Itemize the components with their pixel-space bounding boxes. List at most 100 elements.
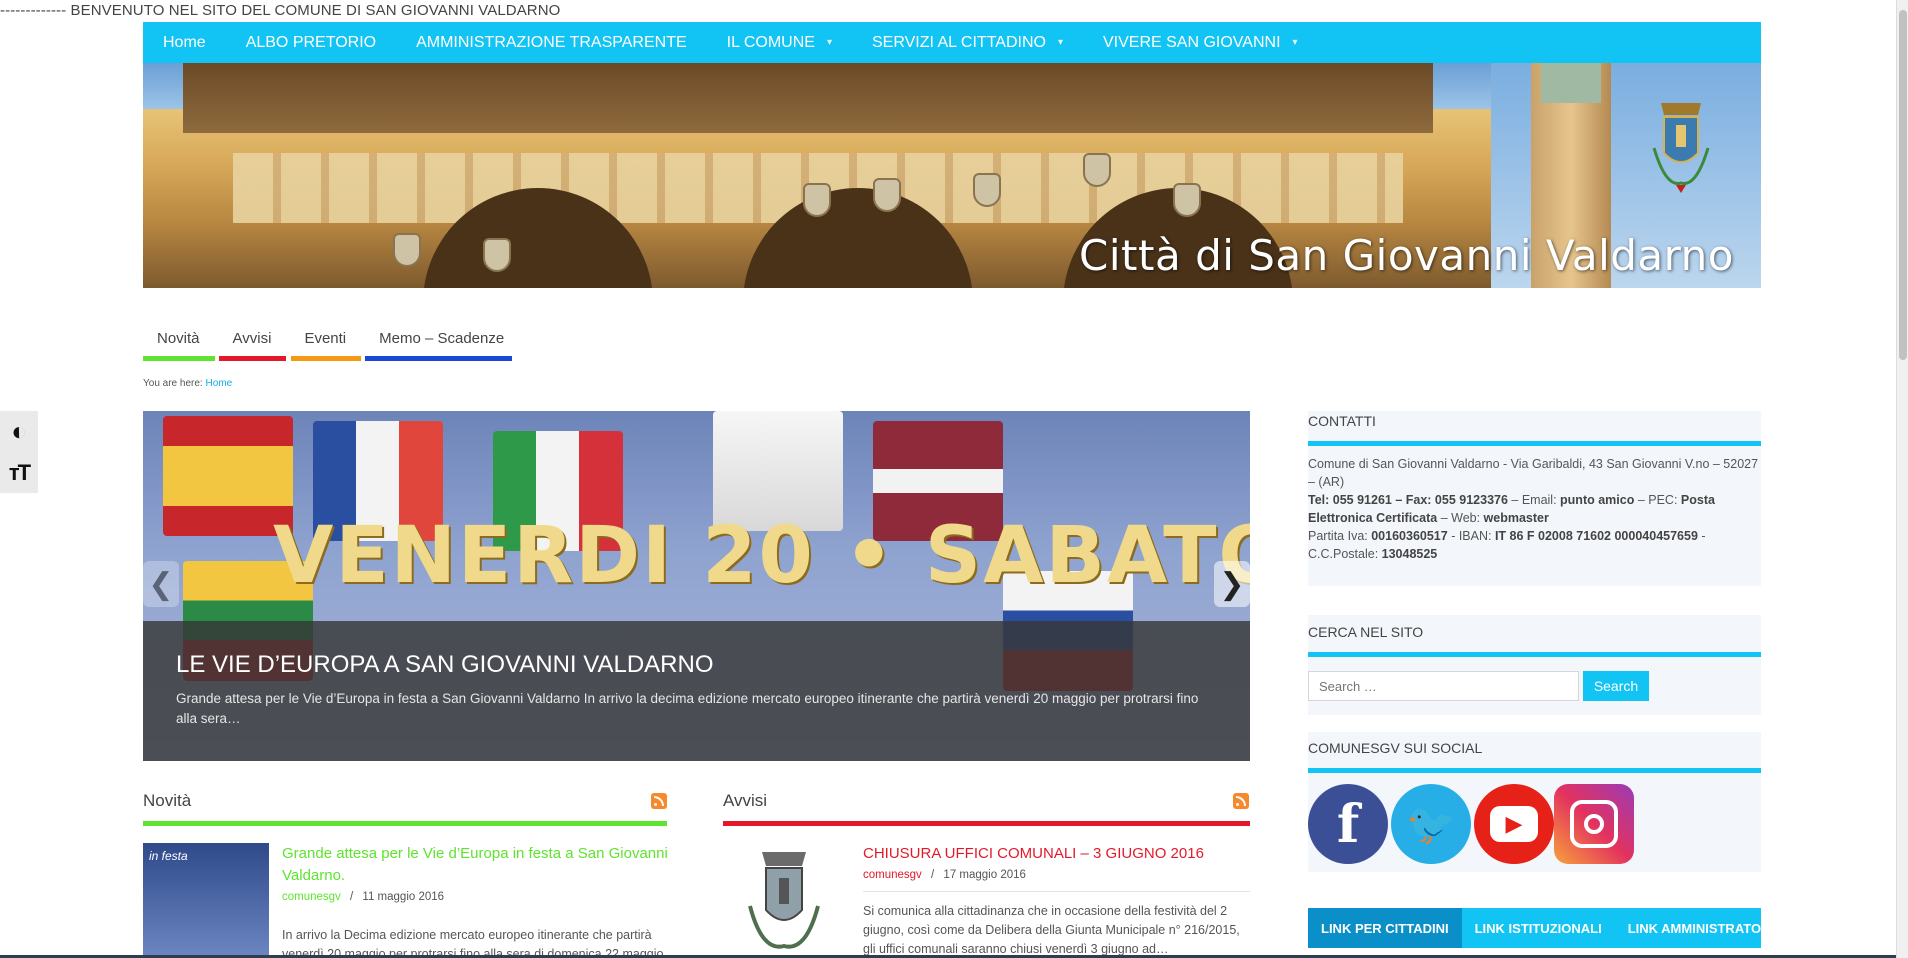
avvisi-heading: Avvisi bbox=[723, 791, 768, 810]
nav-albo-pretorio-label: ALBO PRETORIO bbox=[245, 33, 377, 51]
instagram-lens bbox=[1584, 814, 1604, 834]
social-widget-title: COMUNESGV SUI SOCIAL bbox=[1308, 740, 1483, 756]
search-widget-title: CERCA NEL SITO bbox=[1308, 624, 1424, 640]
breadcrumb-home-link[interactable]: Home bbox=[205, 378, 232, 389]
email-prefix: – Email: bbox=[1507, 493, 1561, 507]
iva-prefix: Partita Iva: bbox=[1308, 529, 1372, 543]
slide-title[interactable]: LE VIE D’EUROPA A SAN GIOVANNI VALDARNO bbox=[176, 651, 714, 679]
nav-servizi-al-cittadino[interactable]: SERVIZI AL CITTADINO ▾ bbox=[852, 22, 1083, 63]
ccp-value: 13048525 bbox=[1381, 547, 1438, 561]
novita-rule bbox=[143, 821, 667, 826]
tab-memo-label: Memo – Scadenze bbox=[379, 330, 505, 347]
instagram-icon[interactable] bbox=[1554, 784, 1634, 864]
featured-slider: VENERDI 20 • SABATO 21 LE VIE D’EUROPA A… bbox=[143, 411, 1250, 761]
chevron-down-icon: ▾ bbox=[826, 37, 832, 48]
facebook-glyph: f bbox=[1336, 793, 1360, 855]
avvisi-rule bbox=[723, 821, 1250, 826]
nav-il-comune[interactable]: IL COMUNE ▾ bbox=[707, 22, 852, 63]
contacts-phone: Tel: 055 91261 – Fax: 055 9123376 bbox=[1308, 493, 1508, 507]
twitter-glyph: 🐦 bbox=[1406, 802, 1456, 847]
youtube-play: ▶ bbox=[1490, 806, 1538, 842]
tab-avvisi-underline bbox=[219, 356, 286, 361]
tab-link-istituzionali[interactable]: LINK ISTITUZIONALI bbox=[1462, 908, 1615, 948]
tab-link-istituzionali-label: LINK ISTITUZIONALI bbox=[1474, 920, 1602, 936]
nav-home-label: Home bbox=[163, 33, 206, 51]
accessibility-toolbar: ◐ тT bbox=[0, 411, 38, 493]
pec-prefix: – PEC: bbox=[1634, 493, 1681, 507]
novita-post-excerpt: In arrivo la Decima edizione mercato eur… bbox=[282, 928, 664, 958]
font-size-toggle[interactable]: тT bbox=[4, 458, 34, 488]
nav-vivere-label: VIVERE SAN GIOVANNI bbox=[1102, 33, 1281, 51]
link-tabs: LINK PER CITTADINI LINK ISTITUZIONALI LI… bbox=[1308, 908, 1774, 948]
nav-il-comune-label: IL COMUNE bbox=[726, 33, 815, 51]
iban-value: IT 86 F 02008 71602 000040457659 bbox=[1494, 529, 1698, 543]
novita-heading: Novità bbox=[143, 791, 192, 810]
thumbnail-caption: in festa bbox=[149, 849, 188, 863]
webmaster-link[interactable]: webmaster bbox=[1484, 511, 1549, 525]
coat-of-arms-shield bbox=[1173, 183, 1201, 217]
slider-next-button[interactable]: ❯ bbox=[1214, 561, 1250, 607]
avvisi-post-title[interactable]: CHIUSURA UFFICI COMUNALI – 3 GIUGNO 2016 bbox=[863, 843, 1250, 865]
page: ------------- BENVENUTO NEL SITO DEL COM… bbox=[0, 0, 1908, 958]
contacts-address: Comune di San Giovanni Valdarno - Via Ga… bbox=[1308, 457, 1759, 489]
facebook-icon[interactable]: f bbox=[1308, 784, 1388, 864]
tab-link-per-cittadini[interactable]: LINK PER CITTADINI bbox=[1308, 908, 1462, 948]
city-crest-icon[interactable] bbox=[740, 848, 828, 956]
post-divider bbox=[863, 891, 1250, 892]
banner-roof bbox=[183, 63, 1433, 133]
novita-post-meta: comunesgv / 11 maggio 2016 bbox=[282, 891, 444, 903]
coat-of-arms-shield bbox=[973, 173, 1001, 207]
coat-of-arms-shield bbox=[393, 233, 421, 267]
vertical-scrollbar[interactable] bbox=[1896, 0, 1908, 958]
rss-icon[interactable] bbox=[651, 793, 667, 809]
search-input[interactable] bbox=[1308, 671, 1579, 701]
meta-separator: / bbox=[931, 869, 935, 881]
slider-prev-button[interactable]: ❮ bbox=[143, 561, 179, 607]
nav-albo-pretorio[interactable]: ALBO PRETORIO bbox=[226, 22, 396, 63]
nav-vivere-san-giovanni[interactable]: VIVERE SAN GIOVANNI ▾ bbox=[1083, 22, 1318, 63]
social-widget-rule bbox=[1308, 768, 1761, 773]
tab-novita-underline bbox=[143, 356, 215, 361]
chevron-left-icon: ❮ bbox=[148, 567, 174, 601]
search-widget-rule bbox=[1308, 652, 1761, 657]
nav-servizi-label: SERVIZI AL CITTADINO bbox=[871, 33, 1046, 51]
welcome-ticker: ------------- BENVENUTO NEL SITO DEL COM… bbox=[0, 2, 561, 19]
iban-prefix: - IBAN: bbox=[1447, 529, 1495, 543]
scrollbar-thumb[interactable] bbox=[1899, 10, 1907, 360]
slide-banner-text: VENERDI 20 • SABATO 21 bbox=[273, 511, 1250, 601]
meta-separator: / bbox=[350, 891, 354, 903]
post-author-link[interactable]: comunesgv bbox=[863, 869, 922, 881]
tab-novita-label: Novità bbox=[157, 330, 200, 347]
post-date: 17 maggio 2016 bbox=[943, 869, 1026, 881]
coat-of-arms-shield bbox=[1083, 153, 1111, 187]
tab-eventi-label: Eventi bbox=[304, 330, 347, 347]
coat-of-arms-shield bbox=[803, 183, 831, 217]
tab-eventi-underline bbox=[291, 356, 361, 361]
post-author-link[interactable]: comunesgv bbox=[282, 891, 341, 903]
coat-of-arms-shield bbox=[483, 238, 511, 272]
tab-link-amministratori[interactable]: LINK AMMINISTRATORI bbox=[1615, 908, 1787, 948]
nav-amministrazione-trasparente[interactable]: AMMINISTRAZIONE TRASPARENTE bbox=[396, 22, 707, 63]
iva-value: 00160360517 bbox=[1371, 529, 1448, 543]
novita-post-thumbnail[interactable]: in festa bbox=[143, 843, 269, 958]
tab-link-amministratori-label: LINK AMMINISTRATORI bbox=[1627, 920, 1775, 936]
contacts-widget-title: CONTATTI bbox=[1308, 413, 1376, 429]
banner-title: Città di San Giovanni Valdarno bbox=[1079, 231, 1734, 280]
web-prefix: – Web: bbox=[1437, 511, 1484, 525]
contrast-toggle[interactable]: ◐ bbox=[4, 416, 34, 447]
post-date: 11 maggio 2016 bbox=[362, 891, 445, 903]
nav-home[interactable]: Home bbox=[143, 22, 226, 63]
email-link[interactable]: punto amico bbox=[1560, 493, 1634, 507]
header-banner: Città di San Giovanni Valdarno bbox=[143, 63, 1761, 288]
chevron-down-icon: ▾ bbox=[1292, 37, 1298, 48]
slide-excerpt: Grande attesa per le Vie d’Europa in fes… bbox=[176, 691, 1199, 726]
font-size-icon: тT bbox=[8, 459, 31, 485]
youtube-icon[interactable]: ▶ bbox=[1474, 784, 1554, 864]
rss-icon[interactable] bbox=[1233, 793, 1249, 809]
search-button[interactable]: Search bbox=[1583, 671, 1649, 701]
chevron-right-icon: ❯ bbox=[1219, 567, 1245, 601]
novita-post-title[interactable]: Grande attesa per le Vie d’Europa in fes… bbox=[282, 843, 668, 887]
tab-memo-underline bbox=[365, 356, 512, 361]
main-navigation: Home ALBO PRETORIO AMMINISTRAZIONE TRASP… bbox=[143, 22, 1761, 63]
twitter-icon[interactable]: 🐦 bbox=[1391, 784, 1471, 864]
